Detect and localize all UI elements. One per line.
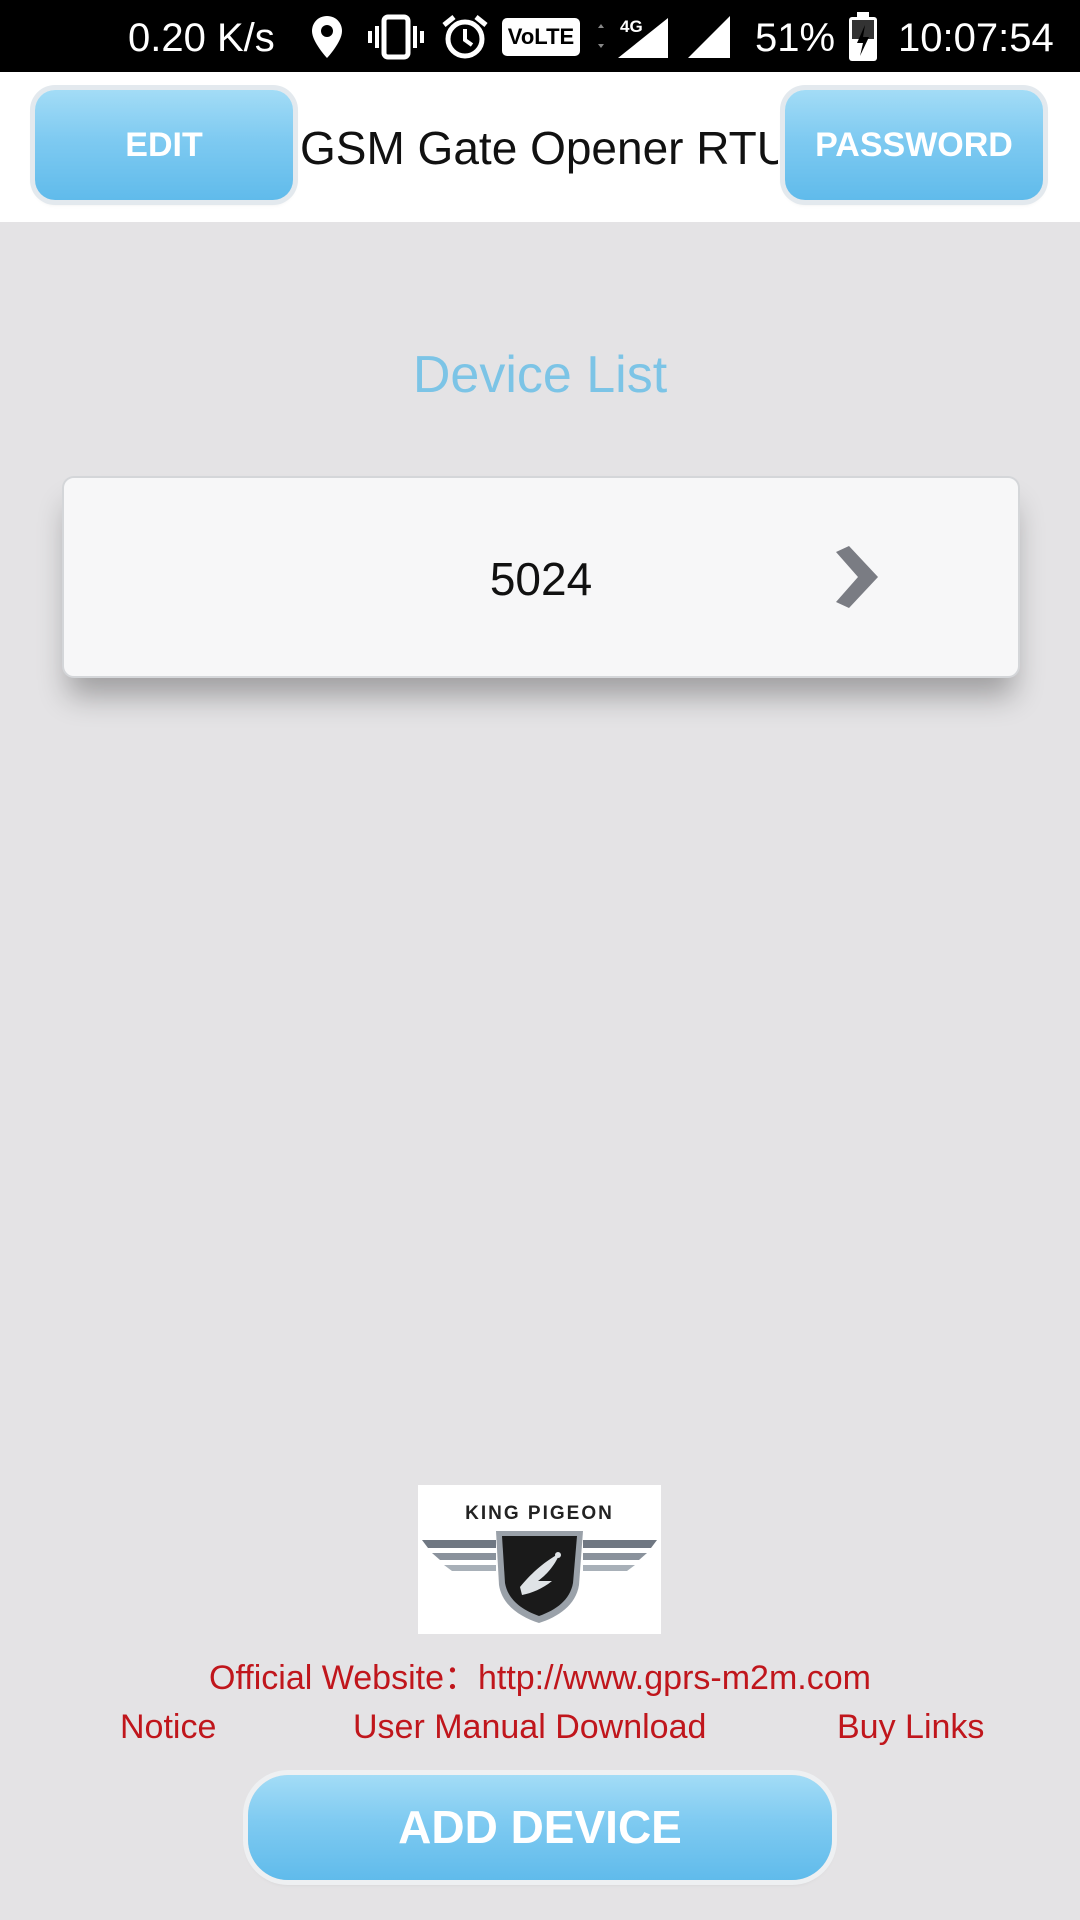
- location-icon: [312, 16, 342, 58]
- buy-links-link[interactable]: Buy Links: [837, 1708, 984, 1747]
- add-device-button[interactable]: ADD DEVICE: [248, 1775, 832, 1880]
- device-list-title: Device List: [412, 346, 668, 404]
- volte-label: VoLTE: [507, 24, 575, 49]
- notice-link[interactable]: Notice: [120, 1708, 216, 1747]
- edit-button[interactable]: EDIT: [35, 90, 293, 200]
- official-website-link[interactable]: Official Website：http://www.gprs-m2m.com: [0, 1650, 1080, 1699]
- app-title: GSM Gate Opener RTU: [300, 122, 778, 174]
- signal-icon: [688, 16, 730, 58]
- battery-charging-icon: [849, 12, 877, 61]
- chevron-right-icon: [836, 546, 878, 608]
- vibrate-icon: [368, 14, 424, 60]
- alarm-icon: [442, 15, 488, 59]
- volte-icon: VoLTE: [502, 18, 580, 56]
- pigeon-emblem-icon: [422, 1531, 657, 1623]
- status-bar: 0.20 K/s VoLTE 4G 51% 10:07:54: [0, 0, 1080, 72]
- network-speed: 0.20 K/s: [128, 16, 275, 60]
- king-pigeon-logo: KING PIGEON: [418, 1485, 661, 1634]
- app-header: EDIT GSM Gate Opener RTU PASSWORD: [0, 72, 1080, 222]
- battery-percentage: 51%: [755, 16, 836, 60]
- logo-text: KING PIGEON: [465, 1503, 614, 1524]
- network-type: 4G: [620, 17, 643, 36]
- clock: 10:07:54: [898, 16, 1054, 60]
- user-manual-download-link[interactable]: User Manual Download: [353, 1708, 706, 1747]
- password-button[interactable]: PASSWORD: [785, 90, 1043, 200]
- signal-4g-icon: 4G: [598, 17, 668, 58]
- device-list-item[interactable]: 5024: [62, 476, 1020, 678]
